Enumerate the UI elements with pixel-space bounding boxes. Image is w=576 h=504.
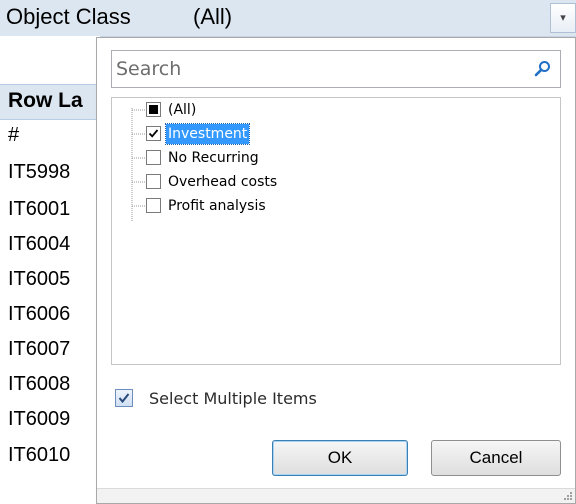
- checkbox-unchecked-icon[interactable]: [146, 198, 161, 213]
- row-labels-column: Row La # IT5998 IT6001 IT6004 IT6005 IT6006 IT…: [0, 36, 100, 504]
- filter-item-label: No Recurring: [168, 150, 259, 166]
- row-label-cell[interactable]: IT6001: [8, 198, 70, 221]
- checkbox-checked-icon[interactable]: [146, 126, 161, 141]
- excel-pivot-filter-screen: Object Class (All) ▾ Row La # IT5998 IT600…: [0, 0, 576, 504]
- filter-item-label: (All): [168, 102, 197, 118]
- checkmark-icon: [118, 393, 130, 404]
- row-label-cell[interactable]: #: [8, 124, 19, 147]
- filter-item-list: (All) Investment No Recurring Overhead c…: [111, 97, 561, 365]
- checkmark-icon: [148, 129, 159, 138]
- row-label-cell[interactable]: IT6005: [8, 268, 70, 291]
- row-labels-header-text: Row La: [8, 89, 83, 112]
- row-label-cell[interactable]: IT6006: [8, 303, 70, 326]
- select-multiple-label: Select Multiple Items: [149, 389, 317, 408]
- ok-button[interactable]: OK: [272, 440, 408, 476]
- cancel-button[interactable]: Cancel: [431, 440, 561, 476]
- tree-connector-lines: [131, 108, 146, 222]
- row-label-cell[interactable]: IT6007: [8, 338, 70, 361]
- dropdown-arrow-icon: ▾: [560, 11, 566, 24]
- search-icon[interactable]: [534, 60, 552, 78]
- filter-item-label: Overhead costs: [168, 174, 278, 190]
- checkbox-unchecked-icon[interactable]: [146, 174, 161, 189]
- filter-field-value: (All): [193, 4, 233, 29]
- checkbox-indeterminate-icon[interactable]: [146, 102, 161, 117]
- row-label-cell[interactable]: IT6004: [8, 233, 70, 256]
- resize-grip-icon[interactable]: [563, 491, 573, 501]
- filter-item-label: Investment: [164, 123, 251, 145]
- row-label-cell[interactable]: IT6008: [8, 373, 70, 396]
- filter-item-label: Profit analysis: [168, 198, 266, 214]
- row-label-cell[interactable]: IT5998: [8, 161, 70, 184]
- search-input[interactable]: [116, 55, 516, 83]
- row-label-cell[interactable]: IT6010: [8, 444, 70, 467]
- filter-field-label: Object Class: [6, 4, 131, 29]
- filter-dropdown-button[interactable]: ▾: [550, 3, 576, 33]
- report-filter-row: Object Class (All) ▾: [0, 0, 576, 37]
- checkbox-unchecked-icon[interactable]: [146, 150, 161, 165]
- filter-popup: (All) Investment No Recurring Overhead c…: [96, 37, 576, 504]
- row-labels-header[interactable]: Row La: [0, 84, 100, 120]
- select-multiple-checkbox[interactable]: [115, 389, 133, 407]
- popup-resize-bar: [97, 488, 575, 503]
- search-box[interactable]: [111, 50, 561, 88]
- row-label-cell[interactable]: IT6009: [8, 408, 70, 431]
